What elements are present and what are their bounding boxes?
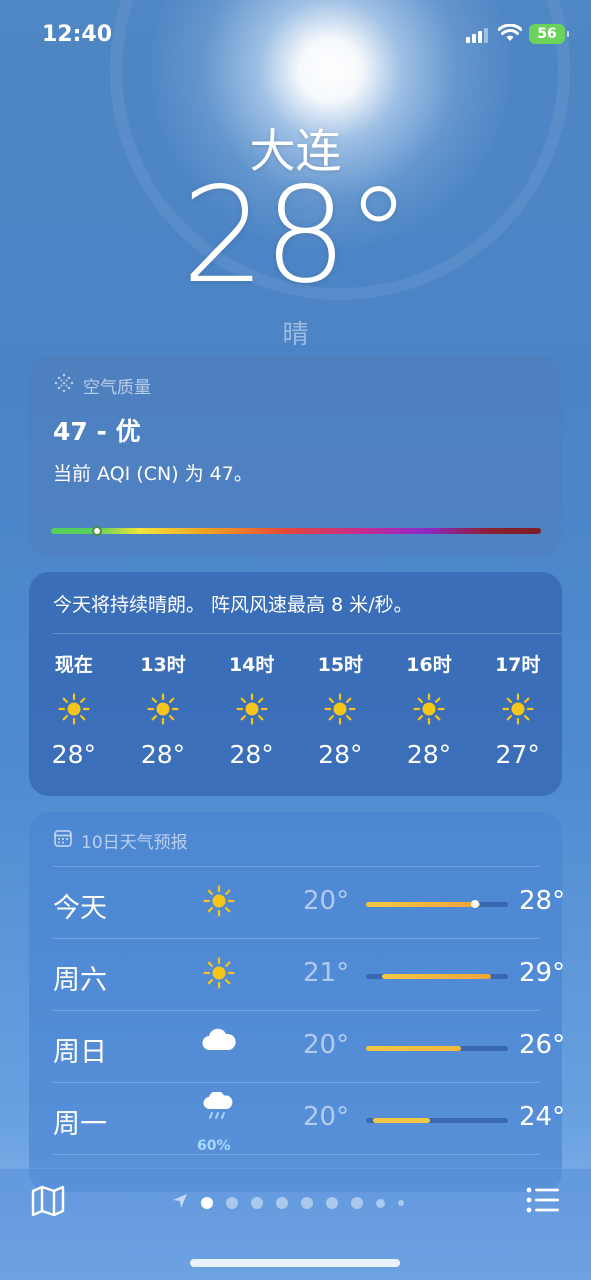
page-dot[interactable] — [398, 1200, 404, 1206]
day-name: 周日 — [53, 1037, 107, 1068]
divider — [53, 866, 540, 867]
day-name: 今天 — [53, 893, 107, 924]
temperature-range-fill — [373, 1118, 430, 1123]
aqi-value: 47 - 优 — [53, 417, 141, 446]
cloud-rain-icon — [199, 1090, 239, 1128]
aqi-scale-bar — [51, 526, 541, 536]
high-temperature: 28° — [519, 886, 566, 916]
page-dot[interactable] — [351, 1197, 363, 1209]
precipitation-chance: 60% — [197, 1138, 231, 1154]
bottom-toolbar — [0, 1168, 591, 1280]
temperature-range-fill — [366, 902, 480, 907]
aqi-marker — [92, 526, 102, 536]
divider — [53, 1010, 540, 1011]
hour-item: 15时 28° — [296, 650, 385, 769]
page-indicator[interactable] — [172, 1193, 404, 1213]
forecast-day-row[interactable]: 今天 20° 28° — [53, 866, 565, 938]
temperature-range-fill — [366, 1046, 461, 1051]
forecast-day-row[interactable]: 周日 20° 26° — [53, 1010, 565, 1082]
sun-icon — [199, 884, 239, 922]
page-dot[interactable] — [276, 1197, 288, 1209]
sun-icon — [323, 692, 357, 726]
current-temperature: 28° — [181, 159, 412, 313]
hourly-summary: 今天将持续晴朗。 阵风风速最高 8 米/秒。 — [53, 594, 413, 616]
sun-icon — [146, 692, 180, 726]
divider — [53, 938, 540, 939]
cloud-icon — [199, 1028, 239, 1056]
hour-temperature: 27° — [495, 740, 540, 769]
status-bar: 12:40 56 — [0, 0, 591, 70]
forecast-title: 10日天气预报 — [81, 833, 188, 853]
air-quality-icon — [53, 372, 75, 399]
low-temperature: 20° — [303, 1102, 350, 1132]
list-icon — [526, 1187, 560, 1217]
day-name: 周一 — [53, 1109, 107, 1140]
status-time: 12:40 — [42, 22, 113, 47]
forecast-header: 10日天气预报 — [53, 828, 188, 853]
temperature-range-bar — [366, 1046, 508, 1051]
hour-label: 现在 — [54, 654, 93, 676]
sun-icon — [235, 692, 269, 726]
air-quality-header: 空气质量 — [53, 372, 151, 399]
location-arrow-icon — [172, 1193, 188, 1213]
divider — [53, 1154, 540, 1155]
high-temperature: 26° — [519, 1030, 566, 1060]
sun-icon — [199, 956, 239, 994]
forecast-day-row[interactable]: 周一 60% 20° 24° — [53, 1082, 565, 1154]
hour-label: 17时 — [494, 654, 541, 676]
page-dot[interactable] — [326, 1197, 338, 1209]
sun-icon — [501, 692, 535, 726]
page-dot[interactable] — [201, 1197, 213, 1209]
hour-label: 14时 — [228, 654, 275, 676]
current-condition: 晴 — [282, 320, 309, 350]
day-name: 周六 — [53, 965, 107, 996]
page-dot[interactable] — [226, 1197, 238, 1209]
page-dot[interactable] — [376, 1198, 385, 1208]
high-temperature: 24° — [519, 1102, 566, 1132]
high-temperature: 29° — [519, 958, 566, 988]
page-dot[interactable] — [301, 1197, 313, 1209]
sun-icon — [57, 692, 91, 726]
ten-day-forecast-card[interactable]: 10日天气预报 今天 20° 28° 周六 21° 29° 周日 20° 26° — [29, 812, 565, 1192]
temperature-range-bar — [366, 900, 508, 908]
calendar-icon — [53, 828, 73, 853]
temperature-range-fill — [382, 974, 491, 979]
hour-item: 17时 27° — [473, 650, 562, 769]
divider — [53, 633, 562, 634]
hour-label: 15时 — [317, 654, 364, 676]
map-icon — [30, 1185, 66, 1221]
city-list-button[interactable] — [526, 1187, 560, 1217]
air-quality-card[interactable]: 空气质量 47 - 优 当前 AQI (CN) 为 47。 — [29, 356, 562, 556]
hour-temperature: 28° — [51, 740, 96, 769]
hourly-forecast-card[interactable]: 今天将持续晴朗。 阵风风速最高 8 米/秒。 现在 28° 13时 28° 14时 … — [29, 572, 562, 796]
hour-temperature: 28° — [229, 740, 274, 769]
aqi-description: 当前 AQI (CN) 为 47。 — [53, 463, 253, 485]
hourly-list[interactable]: 现在 28° 13时 28° 14时 28° 15时 28° 16时 28° 17时 27… — [29, 650, 562, 769]
sun-icon — [412, 692, 446, 726]
hour-label: 16时 — [406, 654, 452, 676]
page-dot[interactable] — [251, 1197, 263, 1209]
home-indicator — [190, 1259, 400, 1267]
temperature-range-bar — [366, 974, 508, 979]
low-temperature: 21° — [303, 958, 350, 988]
current-temp-marker — [471, 900, 479, 908]
low-temperature: 20° — [303, 886, 350, 916]
wifi-icon — [497, 23, 523, 46]
hour-temperature: 28° — [140, 740, 186, 769]
hour-label: 13时 — [140, 654, 186, 676]
low-temperature: 20° — [303, 1030, 350, 1060]
battery-icon: 56 — [529, 24, 569, 44]
hour-item: 13时 28° — [119, 650, 208, 769]
forecast-day-row[interactable]: 周六 21° 29° — [53, 938, 565, 1010]
map-button[interactable] — [30, 1185, 66, 1221]
hour-item: 14时 28° — [207, 650, 296, 769]
cellular-signal-icon — [466, 28, 488, 43]
temperature-range-bar — [366, 1118, 508, 1123]
hour-temperature: 28° — [318, 740, 363, 769]
divider — [53, 1082, 540, 1083]
air-quality-title: 空气质量 — [83, 378, 151, 398]
hour-item: 16时 28° — [385, 650, 474, 769]
hour-temperature: 28° — [406, 740, 452, 769]
hour-item: 现在 28° — [29, 650, 119, 769]
